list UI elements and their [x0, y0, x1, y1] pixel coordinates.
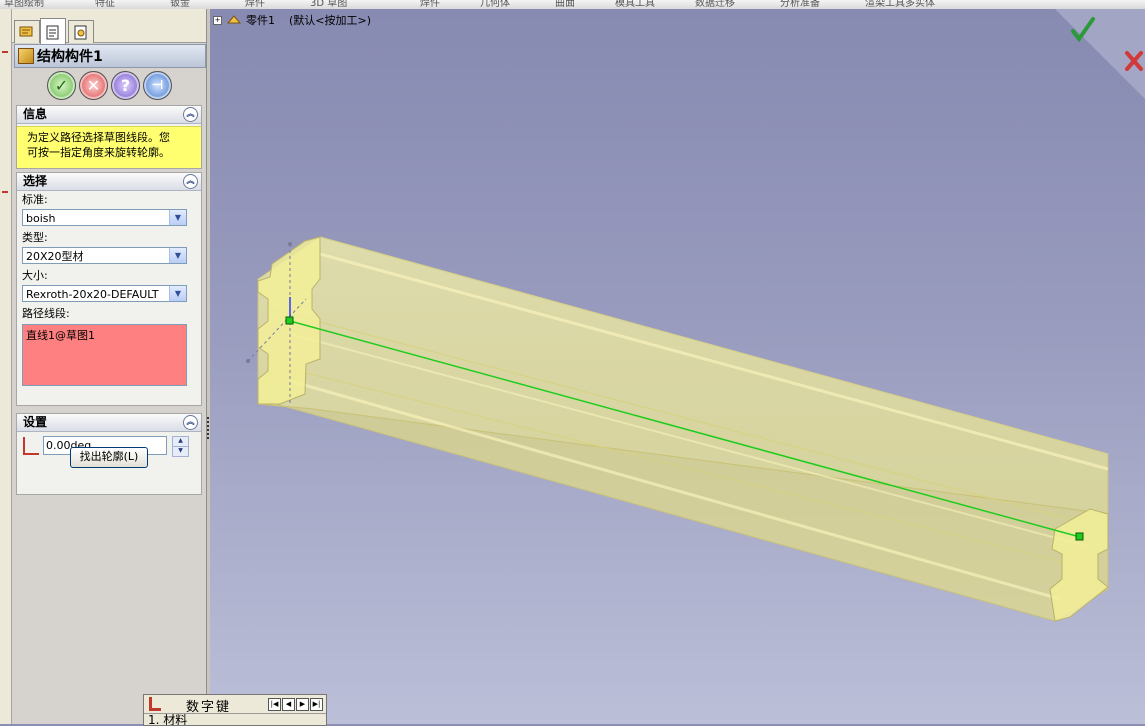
path-segments-label: 路径线段: — [22, 307, 70, 320]
graphics-area[interactable]: + 零件1 (默认<按加工>) — [210, 9, 1145, 724]
numeric-keypad-titlebar[interactable]: 数字键 |◀ ◀ ▶ ▶| — [144, 695, 326, 715]
selection-heading: 选择 — [23, 174, 48, 188]
cm-tab-weldment[interactable]: 焊件 — [420, 0, 440, 9]
feature-tree-icon — [19, 26, 33, 37]
type-select[interactable]: 20X20型材 ▼ — [22, 247, 187, 264]
collapse-icon[interactable]: ︽ — [183, 415, 198, 430]
manager-tabs — [12, 9, 206, 44]
tab-configuration-manager[interactable] — [68, 20, 94, 43]
property-manager-icon — [46, 25, 59, 39]
pushpin-icon: ⊣ — [151, 78, 164, 93]
type-label: 类型: — [22, 231, 48, 244]
prev-page-icon[interactable]: ◀ — [282, 698, 295, 711]
tab-feature-manager[interactable] — [14, 20, 40, 43]
cm-tab-multibody[interactable]: 多实体 — [905, 0, 935, 9]
angle-icon — [23, 437, 39, 455]
cm-tab-mold[interactable]: 模具工具 — [615, 0, 655, 9]
chevron-down-icon[interactable]: ▼ — [169, 286, 186, 301]
tab-property-manager[interactable] — [40, 18, 66, 44]
check-icon: ✓ — [54, 76, 69, 95]
type-value: 20X20型材 — [26, 250, 84, 263]
feature-title-bar: 结构构件1 — [14, 44, 206, 68]
close-icon: ✕ — [86, 76, 101, 95]
keep-visible-button[interactable]: ⊣ — [143, 71, 172, 100]
size-label: 大小: — [22, 269, 48, 282]
info-message-line: 可按一指定角度来旋转轮廓。 — [27, 146, 170, 159]
info-group: 信息 ︽ 为定义路径选择草图线段。您 可按一指定角度来旋转轮廓。 — [16, 105, 202, 169]
standard-label: 标准: — [22, 193, 48, 206]
numeric-keypad-window: 数字键 |◀ ◀ ▶ ▶| 1. 材料 — [143, 694, 327, 726]
info-group-header[interactable]: 信息 ︽ — [17, 106, 201, 124]
cm-tab-sheet[interactable]: 钣金 — [170, 0, 190, 9]
path-segment-item[interactable]: 直线1@草图1 — [26, 327, 183, 343]
standard-select[interactable]: boish ▼ — [22, 209, 187, 226]
action-buttons: ✓ ✕ ? ⊣ — [12, 71, 206, 101]
chevron-down-icon[interactable]: ▼ — [169, 248, 186, 263]
cm-tab-geometry[interactable]: 几何体 — [480, 0, 510, 9]
selection-group: 选择 ︽ 标准: boish ▼ 类型: 20X20型材 ▼ 大小: Rexro… — [16, 172, 202, 406]
cm-tab-3d-sketch[interactable]: 3D 草图 — [310, 0, 347, 9]
spin-down-icon[interactable]: ▼ — [172, 446, 189, 457]
cancel-button[interactable]: ✕ — [79, 71, 108, 100]
help-icon: ? — [120, 76, 131, 95]
keypad-row-label: 材料 — [163, 713, 188, 726]
settings-group-header[interactable]: 设置 ︽ — [17, 414, 201, 432]
cm-tab-sketch[interactable]: 草图绘制 — [4, 0, 44, 9]
settings-group: 设置 ︽ 0.00deg ▲ ▼ 找出轮廓(L) — [16, 413, 202, 495]
cm-tab-features[interactable]: 特征 — [95, 0, 115, 9]
strip-marker — [2, 191, 8, 193]
feature-title: 结构构件1 — [37, 49, 103, 65]
configuration-icon — [74, 25, 87, 40]
last-page-icon[interactable]: ▶| — [310, 698, 323, 711]
chevron-down-icon[interactable]: ▼ — [169, 210, 186, 225]
ok-button[interactable]: ✓ — [47, 71, 76, 100]
size-select[interactable]: Rexroth-20x20-DEFAULT ▼ — [22, 285, 187, 302]
first-page-icon[interactable]: |◀ — [268, 698, 281, 711]
info-message-line: 为定义路径选择草图线段。您 — [27, 131, 170, 144]
task-pane-strip — [0, 9, 12, 724]
app-logo-icon — [149, 697, 161, 711]
cm-tab-surface[interactable]: 曲面 — [555, 0, 575, 9]
cm-tab-weld[interactable]: 焊件 — [245, 0, 265, 9]
standard-value: boish — [26, 212, 56, 225]
keypad-row[interactable]: 1. 材料 — [144, 713, 326, 726]
collapse-icon[interactable]: ︽ — [183, 174, 198, 189]
path-segments-list[interactable]: 直线1@草图1 — [22, 324, 187, 386]
numeric-keypad-title: 数字键 — [186, 700, 232, 715]
model-view[interactable] — [210, 9, 1145, 724]
collapse-icon[interactable]: ︽ — [183, 107, 198, 122]
strip-marker — [2, 51, 8, 53]
cm-tab-analysis[interactable]: 分析准备 — [780, 0, 820, 9]
next-page-icon[interactable]: ▶ — [296, 698, 309, 711]
property-manager-panel: 结构构件1 ✓ ✕ ? ⊣ 信息 ︽ 为定义路径选择草图线段。您 可按一指定角度… — [12, 9, 207, 724]
settings-heading: 设置 — [23, 415, 48, 429]
structural-member-icon — [18, 48, 34, 64]
keypad-nav: |◀ ◀ ▶ ▶| — [267, 698, 323, 711]
cm-tab-migrate[interactable]: 数据迁移 — [695, 0, 735, 9]
cm-tab-render[interactable]: 渲染工具 — [865, 0, 905, 9]
info-message: 为定义路径选择草图线段。您 可按一指定角度来旋转轮廓。 — [17, 126, 201, 168]
info-heading: 信息 — [23, 107, 48, 121]
help-button[interactable]: ? — [111, 71, 140, 100]
size-value: Rexroth-20x20-DEFAULT — [26, 288, 159, 301]
locate-profile-button[interactable]: 找出轮廓(L) — [70, 447, 148, 468]
selection-group-header[interactable]: 选择 ︽ — [17, 173, 201, 191]
